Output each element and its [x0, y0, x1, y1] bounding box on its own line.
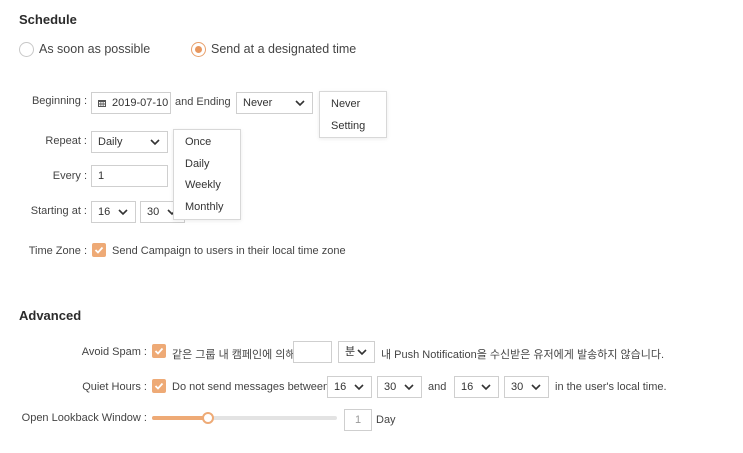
- avoid-spam-text-after: 내 Push Notification을 수신받은 유저에게 발송하지 않습니다…: [381, 349, 665, 361]
- repeat-dropdown: Once Daily Weekly Monthly: [173, 129, 241, 220]
- repeat-option-weekly[interactable]: Weekly: [185, 179, 221, 191]
- lookback-value: 1: [354, 414, 362, 426]
- repeat-option-monthly[interactable]: Monthly: [185, 201, 224, 213]
- avoid-spam-unit-value: 분: [345, 346, 356, 358]
- lookback-label: Open Lookback Window :: [21, 412, 147, 424]
- radio-designated[interactable]: [191, 42, 206, 57]
- beginning-label: Beginning :: [31, 95, 87, 107]
- repeat-label: Repeat :: [45, 135, 87, 147]
- beginning-date-field[interactable]: 2019-07-10: [91, 92, 171, 114]
- chevron-down-icon: [404, 384, 414, 391]
- starting-at-label: Starting at :: [30, 205, 87, 217]
- schedule-title: Schedule: [19, 12, 77, 27]
- chevron-down-icon: [357, 349, 367, 356]
- radio-asap[interactable]: [19, 42, 34, 57]
- starting-hour-value: 16: [98, 206, 111, 218]
- starting-hour-select[interactable]: 16: [91, 201, 136, 223]
- every-input-value: 1: [98, 170, 105, 182]
- radio-asap-label[interactable]: As soon as possible: [39, 42, 150, 56]
- checkmark-icon: [154, 382, 164, 390]
- quiet-hours-and: and: [428, 381, 447, 393]
- time-zone-text: Send Campaign to users in their local ti…: [112, 245, 346, 257]
- avoid-spam-unit-select[interactable]: 분: [338, 341, 375, 363]
- quiet-from-hour-value: 16: [334, 381, 347, 393]
- ending-select[interactable]: Never: [236, 92, 313, 114]
- quiet-to-hour-select[interactable]: 16: [454, 376, 499, 398]
- ending-dropdown: Never Setting: [319, 91, 387, 138]
- ending-option-setting[interactable]: Setting: [331, 120, 365, 132]
- lookback-slider[interactable]: [152, 412, 337, 424]
- time-zone-label: Time Zone :: [28, 245, 87, 257]
- quiet-from-minute-select[interactable]: 30: [377, 376, 422, 398]
- avoid-spam-checkbox[interactable]: [152, 344, 166, 358]
- quiet-to-hour-value: 16: [461, 381, 474, 393]
- chevron-down-icon: [354, 384, 364, 391]
- chevron-down-icon: [150, 139, 160, 146]
- ending-option-never[interactable]: Never: [331, 98, 360, 110]
- slider-fill: [152, 416, 208, 420]
- starting-minute-value: 30: [147, 206, 160, 218]
- time-zone-checkbox[interactable]: [92, 243, 106, 257]
- quiet-hours-text-before: Do not send messages between: [172, 381, 330, 393]
- every-input[interactable]: 1: [91, 165, 168, 187]
- repeat-select-value: Daily: [98, 136, 123, 148]
- avoid-spam-label: Avoid Spam :: [81, 346, 147, 358]
- quiet-hours-text-after: in the user's local time.: [555, 381, 667, 393]
- quiet-hours-checkbox[interactable]: [152, 379, 166, 393]
- quiet-hours-label: Quiet Hours :: [82, 381, 147, 393]
- repeat-select[interactable]: Daily: [91, 131, 168, 153]
- checkmark-icon: [94, 246, 104, 254]
- lookback-value-input[interactable]: 1: [344, 409, 372, 431]
- checkmark-icon: [154, 347, 164, 355]
- ending-select-value: Never: [243, 97, 273, 109]
- advanced-title: Advanced: [19, 308, 82, 323]
- lookback-unit: Day: [376, 414, 396, 426]
- quiet-from-minute-value: 30: [384, 381, 397, 393]
- chevron-down-icon: [531, 384, 541, 391]
- chevron-down-icon: [295, 100, 305, 107]
- calendar-icon: [98, 100, 106, 107]
- beginning-date-value: 2019-07-10: [112, 97, 169, 109]
- and-ending-label: and Ending: [175, 96, 231, 108]
- slider-thumb[interactable]: [202, 412, 214, 424]
- avoid-spam-text-before: 같은 그룹 내 캠페인에 의해: [172, 349, 296, 361]
- radio-designated-label[interactable]: Send at a designated time: [211, 42, 356, 56]
- quiet-from-hour-select[interactable]: 16: [327, 376, 372, 398]
- avoid-spam-input[interactable]: [293, 341, 332, 363]
- every-label: Every :: [52, 170, 87, 182]
- quiet-to-minute-value: 30: [511, 381, 524, 393]
- quiet-to-minute-select[interactable]: 30: [504, 376, 549, 398]
- repeat-option-once[interactable]: Once: [185, 136, 211, 148]
- chevron-down-icon: [118, 209, 128, 216]
- chevron-down-icon: [481, 384, 491, 391]
- repeat-option-daily[interactable]: Daily: [185, 158, 209, 170]
